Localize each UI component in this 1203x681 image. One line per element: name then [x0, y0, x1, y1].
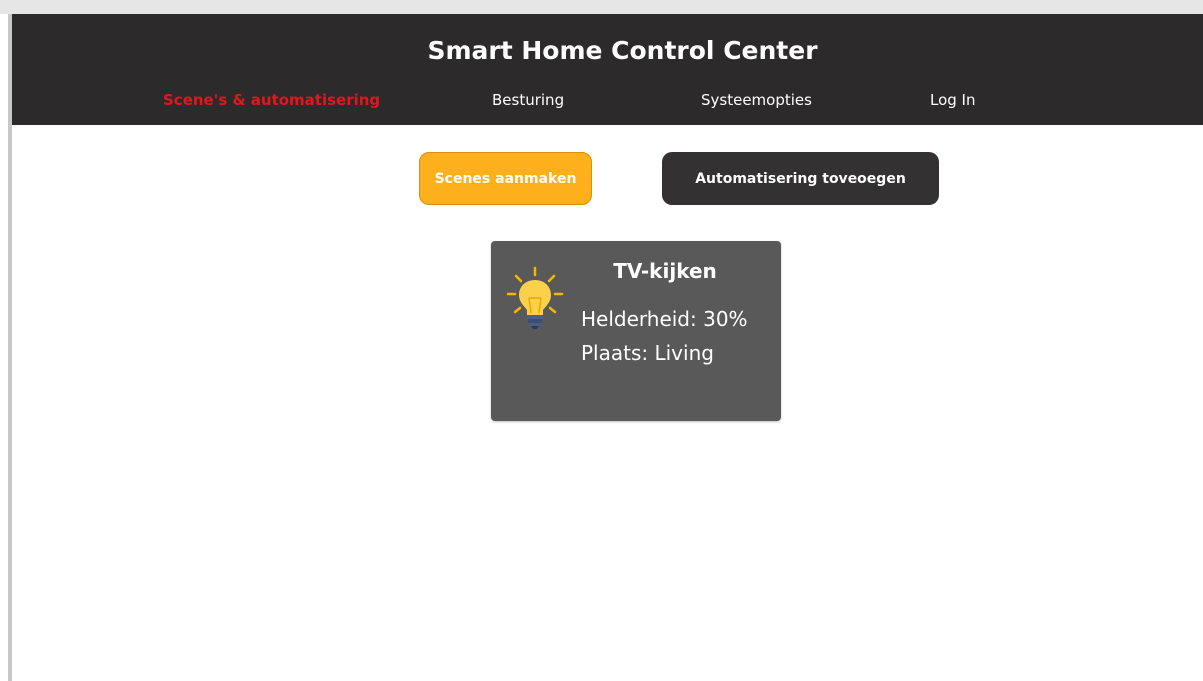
scene-location: Plaats: Living	[581, 341, 714, 365]
nav-item-besturing[interactable]: Besturing	[492, 91, 564, 109]
header-bar: Smart Home Control Center Scene's & auto…	[12, 14, 1203, 125]
app-title: Smart Home Control Center	[427, 36, 818, 65]
light-bulb-icon	[506, 266, 564, 329]
app-window: Smart Home Control Center Scene's & auto…	[0, 0, 1203, 681]
top-strip	[0, 0, 1203, 14]
scene-name: TV-kijken	[613, 259, 717, 283]
scene-brightness: Helderheid: 30%	[581, 307, 748, 331]
scene-card[interactable]: TV-kijken Helderheid: 30% Plaats: Living	[491, 241, 781, 421]
nav-item-scenes-automation[interactable]: Scene's & automatisering	[163, 91, 380, 109]
nav-item-systeemopties[interactable]: Systeemopties	[701, 91, 812, 109]
create-scene-button[interactable]: Scenes aanmaken	[419, 152, 592, 205]
nav-item-log-in[interactable]: Log In	[930, 91, 976, 109]
add-automation-button[interactable]: Automatisering toveoegen	[662, 152, 939, 205]
